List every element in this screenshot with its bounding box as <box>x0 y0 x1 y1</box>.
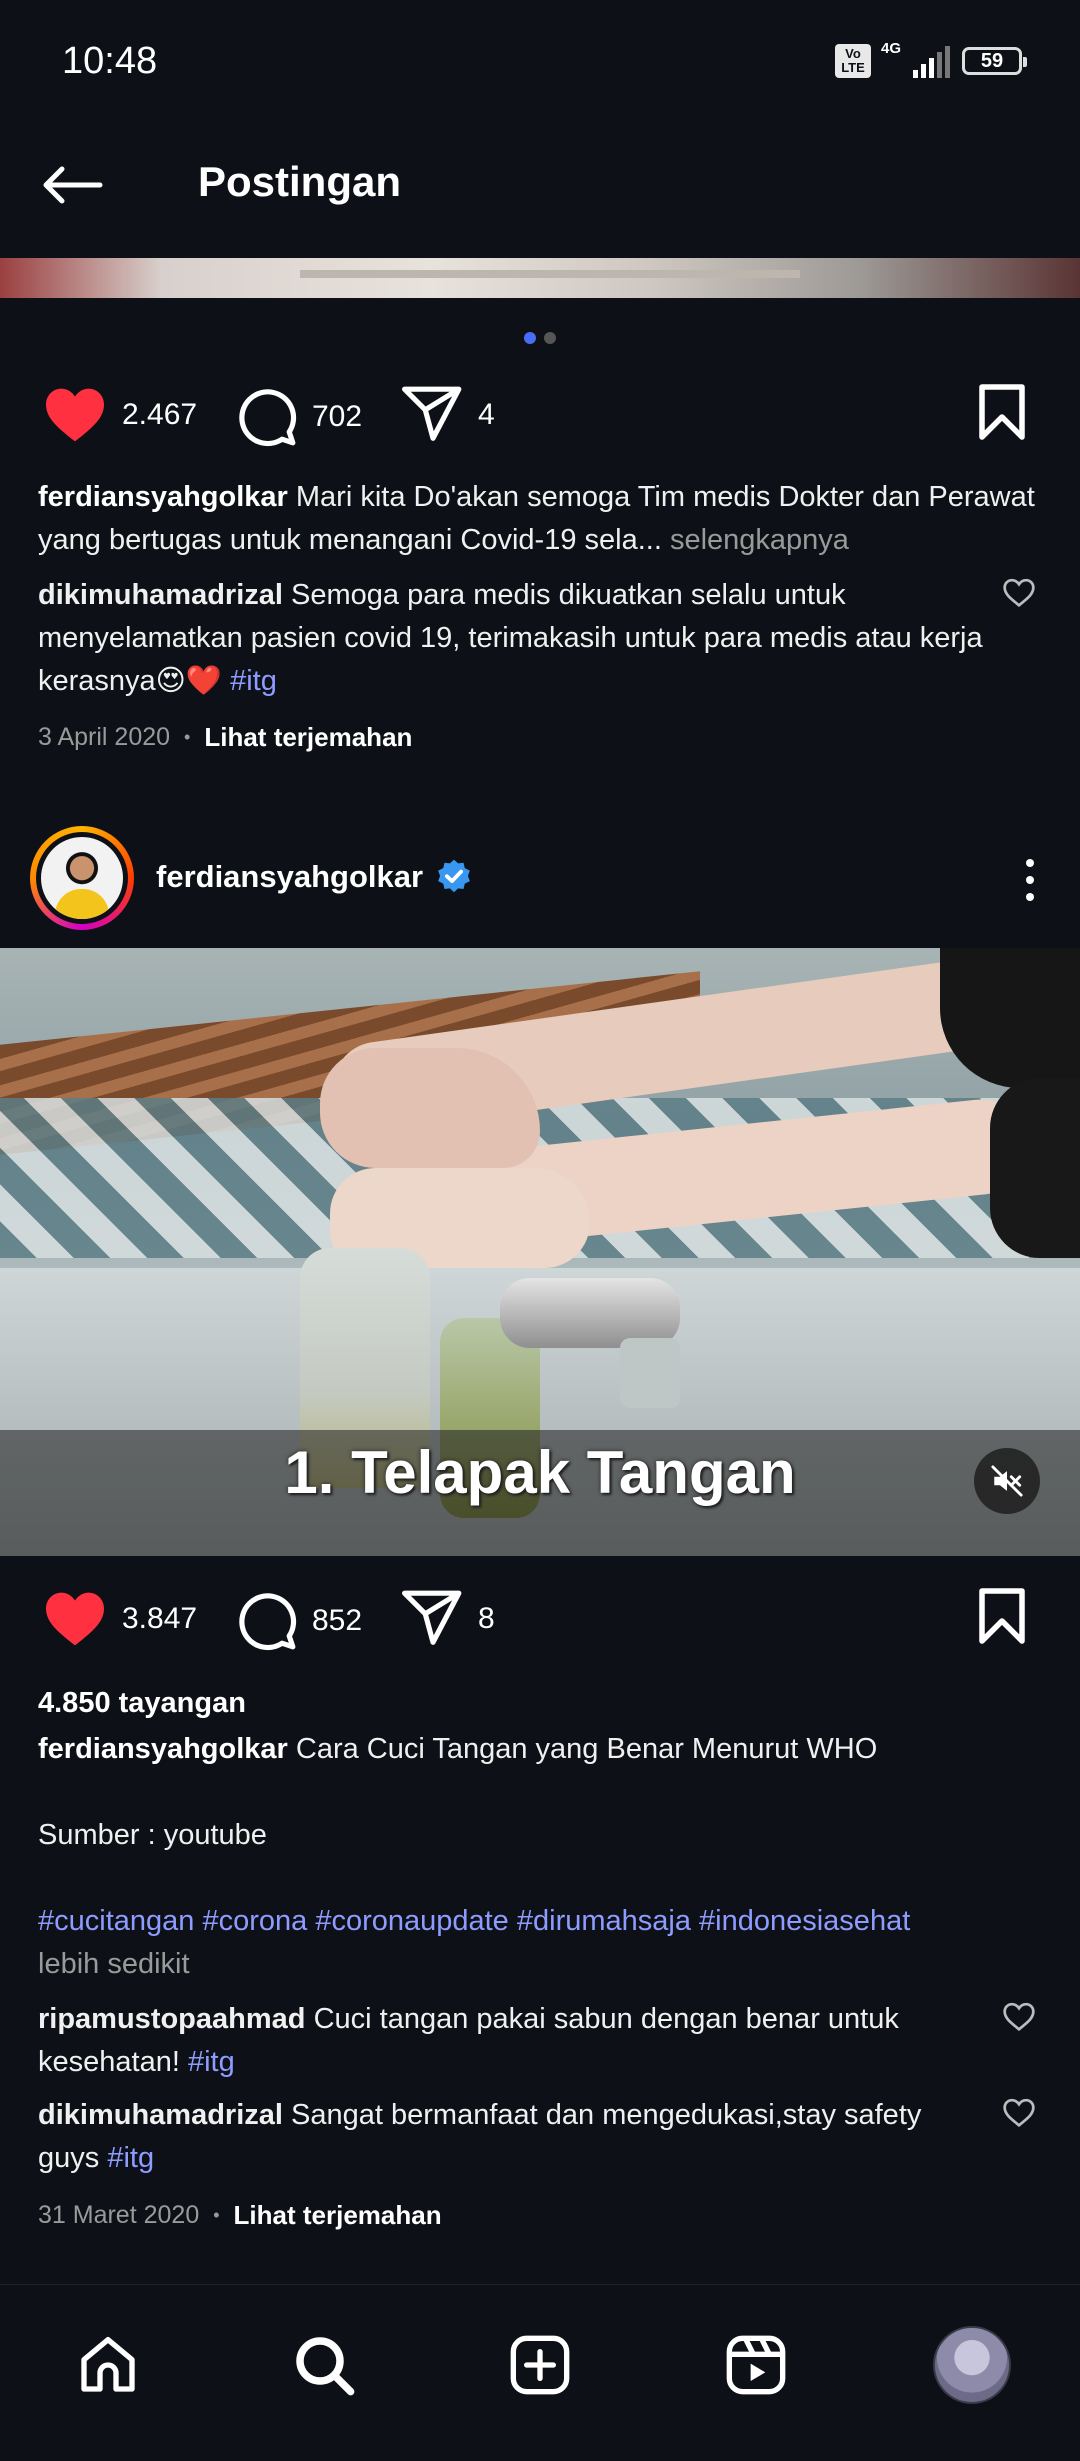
caption-hashtags: #cucitangan #corona #coronaupdate #dirum… <box>38 1900 1038 1986</box>
comment-button[interactable]: 702 <box>236 386 362 448</box>
share-button[interactable]: 8 <box>402 1590 495 1648</box>
status-bar: 10:48 Vo LTE 4G 59 <box>0 0 1080 130</box>
view-count: 4.850 tayangan <box>38 1687 246 1719</box>
bookmark-icon <box>979 1588 1025 1644</box>
post-username[interactable]: ferdiansyahgolkar <box>156 859 423 895</box>
carousel-dot <box>544 332 556 344</box>
nav-create[interactable] <box>500 2325 580 2405</box>
post-username-row[interactable]: ferdiansyahgolkar <box>156 858 473 896</box>
nav-home[interactable] <box>68 2325 148 2405</box>
caption-text: Cara Cuci Tangan yang Benar Menurut WHO <box>295 1733 878 1765</box>
heart-icon <box>46 388 104 442</box>
post-actions: 2.467 702 4 <box>0 376 1080 456</box>
comment-like-button[interactable] <box>1002 2002 1036 2037</box>
heart-outline-icon <box>1003 2098 1035 2128</box>
post-header: ferdiansyahgolkar <box>0 820 1080 940</box>
nav-search[interactable] <box>284 2325 364 2405</box>
save-button[interactable] <box>976 1586 1028 1646</box>
story-ring[interactable] <box>30 826 134 930</box>
like-button[interactable]: 3.847 <box>42 1590 197 1648</box>
mute-icon <box>991 1465 1023 1497</box>
comment-count: 702 <box>312 400 363 433</box>
status-time: 10:48 <box>62 40 158 82</box>
volte-icon: Vo LTE <box>835 44 871 78</box>
caption-username[interactable]: ferdiansyahgolkar <box>38 1733 288 1765</box>
meta-separator: • <box>184 727 191 747</box>
comment-icon <box>239 389 297 447</box>
battery-level: 59 <box>980 49 1004 72</box>
more-options-button[interactable] <box>1010 850 1050 910</box>
profile-avatar <box>933 2326 1011 2404</box>
heart-icon <box>46 1592 104 1646</box>
heart-outline-icon <box>1003 578 1035 608</box>
verified-badge-icon <box>438 859 470 893</box>
post-meta: 3 April 2020 • Lihat terjemahan <box>38 722 412 753</box>
comment-like-button[interactable] <box>1002 2098 1036 2133</box>
post-caption-2: ferdiansyahgolkar Cara Cuci Tangan yang … <box>38 1728 1038 1771</box>
comment-item: ripamustopaahmad Cuci tangan pakai sabun… <box>38 1998 988 2084</box>
caption-source: Sumber : youtube <box>38 1819 267 1851</box>
arrow-left-icon <box>43 166 103 204</box>
like-button[interactable]: 2.467 <box>42 386 197 444</box>
search-icon <box>296 2337 355 2396</box>
home-icon <box>81 2337 135 2392</box>
post-date: 3 April 2020 <box>38 723 171 751</box>
carousel-indicator <box>0 332 1080 344</box>
post-caption: ferdiansyahgolkar Mari kita Do'akan semo… <box>38 476 1038 562</box>
comment-hashtag[interactable]: #itg <box>230 665 277 697</box>
comment-icon <box>239 1593 297 1651</box>
post-media-image[interactable] <box>0 258 1080 298</box>
battery-icon: 59 <box>962 47 1027 75</box>
save-button[interactable] <box>976 382 1028 442</box>
send-icon <box>402 386 462 441</box>
video-caption: 1. Telapak Tangan <box>284 1439 796 1506</box>
bottom-navigation <box>0 2284 1080 2461</box>
comment-hashtag[interactable]: #itg <box>188 2046 235 2078</box>
hashtag-list[interactable]: #cucitangan #corona #coronaupdate #dirum… <box>38 1905 910 1937</box>
post-date: 31 Maret 2020 <box>38 2201 200 2229</box>
post-actions-2: 3.847 852 8 <box>0 1580 1080 1660</box>
comment-button[interactable]: 852 <box>236 1590 362 1652</box>
add-post-icon <box>510 2335 570 2395</box>
network-type: 4G <box>881 40 902 57</box>
nav-profile[interactable] <box>932 2325 1012 2405</box>
back-button[interactable] <box>40 155 110 215</box>
translate-link[interactable]: Lihat terjemahan <box>204 722 412 753</box>
send-icon <box>402 1590 462 1645</box>
status-icons: Vo LTE 4G 59 <box>835 40 1027 78</box>
more-vertical-icon <box>1026 859 1034 867</box>
comment-item: dikimuhamadrizal Semoga para medis dikua… <box>38 574 988 703</box>
comment-item: dikimuhamadrizal Sangat bermanfaat dan m… <box>38 2094 988 2180</box>
post-video[interactable]: 1. Telapak Tangan <box>0 948 1080 1556</box>
comment-username[interactable]: dikimuhamadrizal <box>38 2099 283 2131</box>
share-count: 4 <box>478 398 495 431</box>
meta-separator: • <box>213 2205 220 2225</box>
share-count: 8 <box>478 1602 495 1635</box>
heart-outline-icon <box>1003 2002 1035 2032</box>
reels-icon <box>726 2335 786 2395</box>
comment-username[interactable]: dikimuhamadrizal <box>38 579 283 611</box>
mute-button[interactable] <box>974 1448 1040 1514</box>
like-count: 2.467 <box>122 398 198 431</box>
translate-link[interactable]: Lihat terjemahan <box>234 2200 442 2231</box>
share-button[interactable]: 4 <box>402 386 495 444</box>
comment-username[interactable]: ripamustopaahmad <box>38 2003 306 2035</box>
post-meta: 31 Maret 2020 • Lihat terjemahan <box>38 2200 442 2231</box>
caption-username[interactable]: ferdiansyahgolkar <box>38 481 288 513</box>
nav-reels[interactable] <box>716 2325 796 2405</box>
bookmark-icon <box>979 384 1025 440</box>
comment-hashtag[interactable]: #itg <box>107 2142 154 2174</box>
app-header: Postingan <box>0 130 1080 240</box>
page-title: Postingan <box>198 158 402 205</box>
avatar <box>41 837 123 919</box>
show-less-link[interactable]: lebih sedikit <box>38 1948 190 1980</box>
comment-count: 852 <box>312 1604 363 1637</box>
like-count: 3.847 <box>122 1602 198 1635</box>
see-more-link[interactable]: selengkapnya <box>670 524 849 556</box>
carousel-dot-active <box>524 332 536 344</box>
signal-icon: 4G <box>881 40 950 78</box>
comment-like-button[interactable] <box>1002 578 1036 613</box>
